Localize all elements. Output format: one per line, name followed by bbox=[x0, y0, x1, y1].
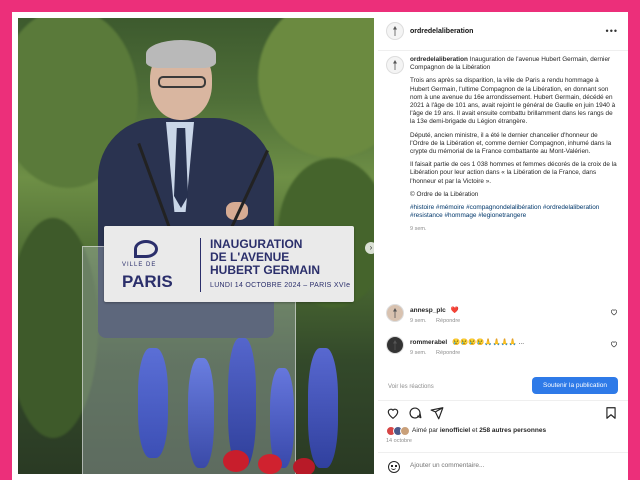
heart-icon[interactable] bbox=[610, 308, 618, 316]
caption-hashtags[interactable]: #histoire #mémoire #compagnondelalibérat… bbox=[410, 204, 618, 220]
comment-meta: 9 sem. Répondre bbox=[410, 350, 468, 356]
post-photo[interactable]: VILLE DE PARIS INAUGURATION DE L'AVENUE … bbox=[18, 18, 374, 474]
sign-logo-city: PARIS bbox=[122, 272, 173, 291]
red-flower bbox=[258, 454, 282, 474]
reply-link[interactable]: Répondre bbox=[436, 350, 460, 356]
post-header: ordredelaliberation ••• bbox=[378, 12, 628, 51]
comment-meta: 9 sem. Répondre bbox=[410, 318, 468, 324]
sign-logo-small: VILLE DE bbox=[122, 262, 157, 268]
speaker-hair bbox=[146, 40, 216, 68]
likes-middle: et bbox=[470, 427, 480, 434]
caption-credit: © Ordre de la Libération bbox=[410, 190, 479, 198]
comment-avatar[interactable] bbox=[386, 304, 404, 322]
caption-paragraph: Il faisait partie de ces 1 038 hommes et… bbox=[410, 161, 617, 185]
comment-item: rommerabel 😢😢😢😢🙏🙏🙏🙏 ... 9 sem. Répondre bbox=[386, 334, 620, 364]
delphinium-flower bbox=[228, 338, 256, 468]
comment-username[interactable]: rommerabel bbox=[410, 339, 447, 346]
profile-avatar[interactable] bbox=[386, 22, 404, 40]
view-reactions-link[interactable]: Voir les réactions bbox=[388, 384, 434, 390]
comment-text: rommerabel 😢😢😢😢🙏🙏🙏🙏 ... bbox=[410, 338, 524, 346]
comment-age: 9 sem. bbox=[410, 318, 427, 324]
comment-item: annesp_plc ❤️ 9 sem. Répondre bbox=[386, 302, 620, 332]
caption-avatar[interactable] bbox=[386, 56, 404, 74]
comment-text: annesp_plc ❤️ bbox=[410, 306, 459, 314]
send-icon[interactable] bbox=[430, 406, 444, 420]
red-flower bbox=[223, 450, 249, 472]
caption-paragraph: Trois ans après sa disparition, la ville… bbox=[410, 77, 616, 126]
likes-prefix: Aimé par bbox=[412, 427, 440, 434]
post-actions bbox=[378, 400, 628, 425]
reply-link[interactable]: Répondre bbox=[436, 318, 460, 324]
sign-title-line-3: HUBERT GERMAIN bbox=[210, 263, 320, 277]
sign-date: LUNDI 14 OCTOBRE 2024 – PARIS XVIe bbox=[210, 282, 351, 289]
podium-sign: VILLE DE PARIS INAUGURATION DE L'AVENUE … bbox=[104, 226, 354, 302]
comment-body: 😢😢😢😢🙏🙏🙏🙏 ... bbox=[452, 339, 525, 346]
speaker-glasses bbox=[158, 76, 206, 88]
post-username[interactable]: ordredelaliberation bbox=[410, 28, 473, 35]
post-panel: ordredelaliberation ••• ordredelaliberat… bbox=[378, 12, 628, 480]
delphinium-flower bbox=[138, 348, 168, 458]
comment-icon[interactable] bbox=[408, 406, 422, 420]
more-horizontal-icon[interactable]: ••• bbox=[606, 26, 618, 36]
post-cta-bar: Voir les réactions Soutenir la publicati… bbox=[378, 376, 628, 398]
comment-input[interactable] bbox=[408, 461, 592, 470]
likes-user[interactable]: ienofficiel bbox=[440, 427, 470, 434]
delphinium-flower bbox=[188, 358, 214, 468]
foliage-right bbox=[258, 18, 374, 158]
paris-logo-icon bbox=[134, 240, 158, 258]
post-caption: ordredelaliberation Inauguration de l'av… bbox=[386, 56, 618, 296]
likes-text[interactable]: Aimé par ienofficiel et 258 autres perso… bbox=[412, 427, 546, 434]
add-comment-bar bbox=[378, 452, 628, 480]
sign-divider bbox=[200, 238, 201, 292]
caption-paragraph: Député, ancien ministre, il a été le der… bbox=[410, 131, 612, 156]
comment-age: 9 sem. bbox=[410, 350, 427, 356]
chevron-right-icon[interactable]: › bbox=[365, 242, 374, 254]
heart-icon[interactable] bbox=[386, 406, 400, 420]
sign-title: INAUGURATION DE L'AVENUE HUBERT GERMAIN bbox=[210, 238, 350, 277]
emoji-icon[interactable] bbox=[388, 461, 400, 473]
bookmark-icon[interactable] bbox=[604, 406, 618, 420]
comment-body: ❤️ bbox=[450, 307, 459, 314]
delphinium-flower bbox=[270, 368, 294, 468]
likes-summary: Aimé par ienofficiel et 258 autres perso… bbox=[386, 426, 626, 448]
delphinium-flower bbox=[308, 348, 338, 468]
support-post-button[interactable]: Soutenir la publication bbox=[532, 377, 618, 394]
comment-username[interactable]: annesp_plc bbox=[410, 307, 446, 314]
comment-avatar[interactable] bbox=[386, 336, 404, 354]
liker-avatar bbox=[400, 426, 410, 436]
post-date: 14 octobre bbox=[386, 438, 412, 444]
likes-count[interactable]: 258 autres personnes bbox=[479, 427, 546, 434]
caption-username[interactable]: ordredelaliberation bbox=[410, 56, 468, 63]
red-flower bbox=[293, 458, 315, 474]
instagram-post-frame: VILLE DE PARIS INAUGURATION DE L'AVENUE … bbox=[12, 12, 628, 480]
heart-icon[interactable] bbox=[610, 340, 618, 348]
caption-age: 9 sem. bbox=[410, 226, 427, 233]
